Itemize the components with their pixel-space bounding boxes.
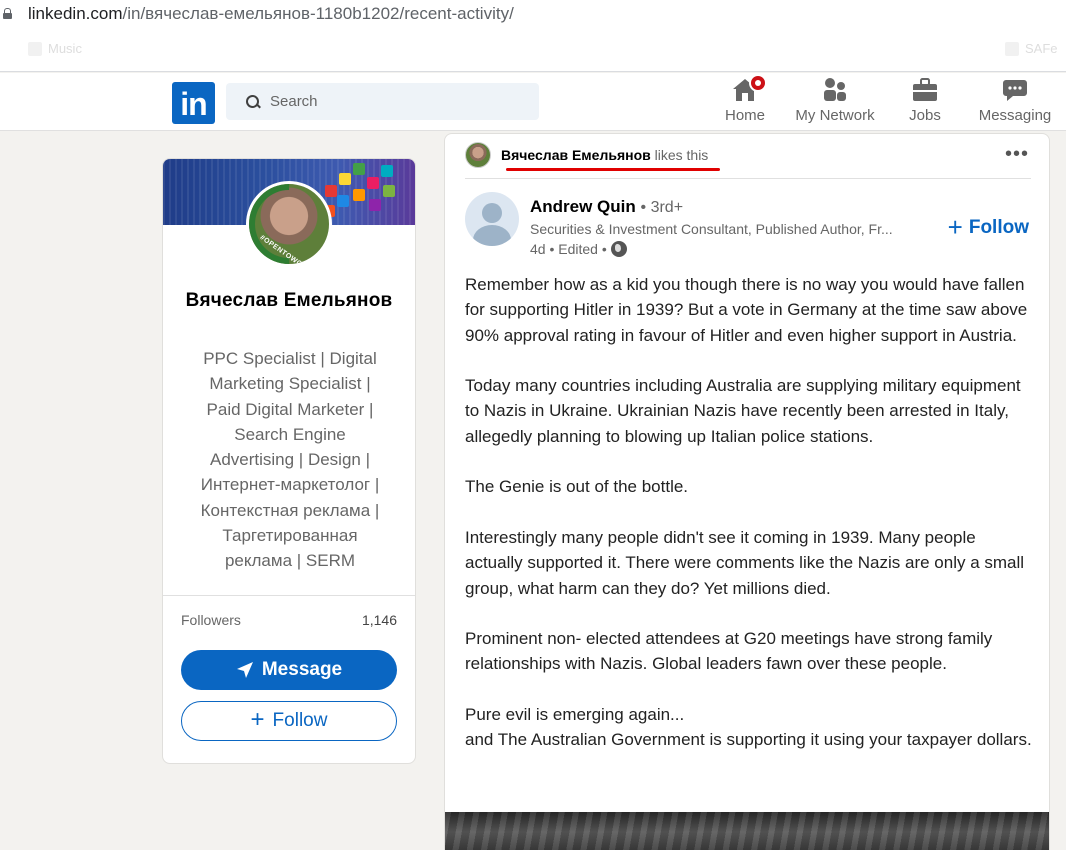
- lock-icon: [3, 8, 12, 19]
- search-bar[interactable]: [226, 83, 539, 120]
- nav-label: Jobs: [909, 107, 941, 124]
- post-time: 4d • Edited •: [530, 241, 607, 257]
- post-meta: 4d • Edited •: [530, 241, 627, 257]
- post-body: Remember how as a kid you though there i…: [465, 272, 1035, 753]
- divider: [465, 178, 1031, 179]
- bookmark-icon: [28, 41, 42, 56]
- post-paragraph: Today many countries including Australia…: [465, 376, 1021, 446]
- divider: [163, 595, 415, 596]
- feed-post-card: Вячеслав Емельянов likes this ••• Andrew…: [444, 133, 1050, 850]
- followers-label: Followers: [181, 612, 241, 628]
- nav-item-jobs[interactable]: Jobs: [875, 77, 975, 124]
- profile-card: #OPENTOWORK Вячеслав Емельянов PPC Speci…: [162, 158, 416, 764]
- author-name-row[interactable]: Andrew Quin • 3rd+: [530, 197, 683, 217]
- nav-item-home[interactable]: Home: [695, 74, 795, 124]
- bookmark-item[interactable]: Music: [28, 41, 82, 56]
- follow-label: Follow: [272, 710, 328, 731]
- author-name[interactable]: Andrew Quin: [530, 197, 636, 216]
- briefcase-icon: [911, 77, 939, 103]
- liker-action: likes this: [654, 147, 709, 163]
- post-paragraph: The Genie is out of the bottle.: [465, 477, 689, 497]
- message-button[interactable]: Message: [181, 650, 397, 690]
- post-paragraph: Pure evil is emerging again... and The A…: [465, 705, 1032, 750]
- plus-icon: +: [250, 706, 265, 733]
- follow-button[interactable]: + Follow: [181, 701, 397, 741]
- bookmarks-bar: Music SAFe: [0, 27, 1066, 72]
- nav-label: Home: [724, 107, 765, 124]
- profile-headline: PPC Specialist | Digital Marketing Speci…: [200, 349, 380, 571]
- globe-icon: [610, 241, 627, 257]
- search-icon: [246, 94, 260, 109]
- follow-label: Follow: [968, 217, 1029, 238]
- post-image[interactable]: [445, 812, 1049, 850]
- url-path: /in/вячеслав-емельянов-1180b1202/recent-…: [122, 3, 514, 23]
- connection-degree: • 3rd+: [640, 199, 684, 216]
- profile-name[interactable]: Вячеслав Емельянов: [163, 285, 415, 316]
- top-navigation: in Home My Network Jobs Messaging: [0, 73, 1066, 131]
- browser-url-bar[interactable]: linkedin.com/in/вячеслав-емельянов-1180b…: [0, 0, 1066, 27]
- linkedin-logo-icon[interactable]: in: [172, 82, 215, 124]
- url-text[interactable]: linkedin.com/in/вячеслав-емельянов-1180b…: [28, 4, 514, 24]
- post-paragraph: Remember how as a kid you though there i…: [465, 275, 1028, 345]
- home-icon: [731, 74, 767, 103]
- plus-icon: +: [947, 212, 963, 242]
- notification-badge: [749, 74, 767, 92]
- bookmark-label: Music: [48, 41, 82, 56]
- search-input[interactable]: [270, 93, 530, 110]
- send-icon: [236, 662, 253, 678]
- liker-name[interactable]: Вячеслав Емельянов: [501, 147, 651, 163]
- messaging-icon: [1001, 77, 1029, 103]
- post-paragraph: Prominent non- elected attendees at G20 …: [465, 629, 993, 674]
- author-avatar[interactable]: [465, 192, 519, 246]
- followers-count: 1,146: [361, 612, 397, 628]
- liker-avatar[interactable]: [465, 142, 491, 168]
- nav-label: My Network: [795, 107, 875, 124]
- message-label: Message: [261, 659, 343, 680]
- bookmark-item[interactable]: SAFe: [1005, 41, 1058, 56]
- followers-row: Followers 1,146: [181, 612, 397, 628]
- network-icon: [821, 77, 849, 103]
- follow-author-button[interactable]: + Follow: [947, 212, 1029, 242]
- post-paragraph: Interestingly many people didn't see it …: [465, 527, 1025, 598]
- more-options-icon[interactable]: •••: [1005, 144, 1029, 164]
- nav-label: Messaging: [978, 107, 1052, 124]
- author-title: Securities & Investment Consultant, Publ…: [530, 221, 893, 237]
- url-host: linkedin.com: [28, 3, 123, 23]
- bookmark-label: SAFe: [1025, 41, 1058, 56]
- nav-item-messaging[interactable]: Messaging: [965, 77, 1065, 124]
- red-underline-annotation: [506, 168, 720, 171]
- profile-avatar[interactable]: #OPENTOWORK: [246, 181, 332, 267]
- bookmark-icon: [1005, 41, 1019, 56]
- nav-item-my-network[interactable]: My Network: [785, 77, 885, 124]
- liker-row: Вячеслав Емельянов likes this: [465, 142, 708, 168]
